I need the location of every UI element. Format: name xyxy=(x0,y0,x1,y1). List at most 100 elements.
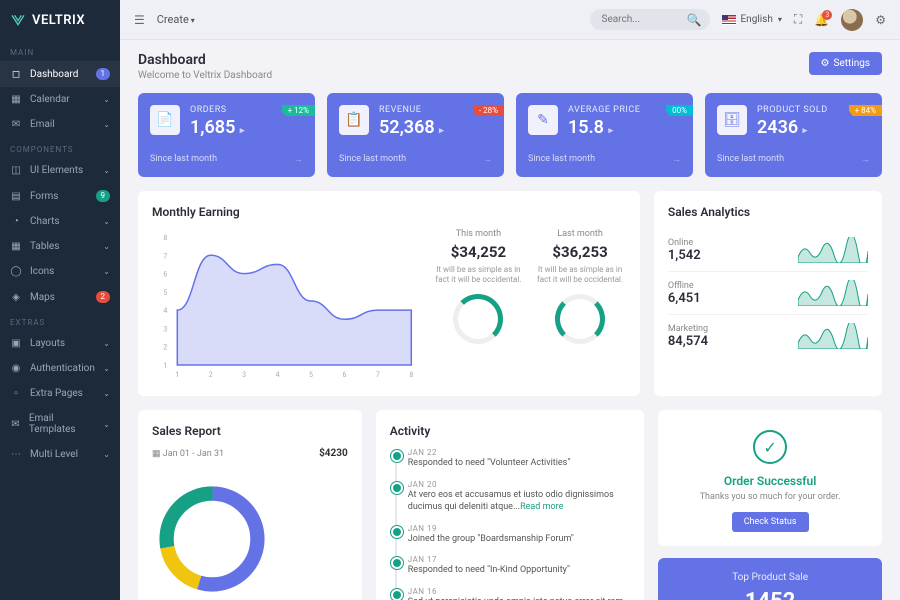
create-dropdown[interactable]: Create xyxy=(157,13,195,26)
fullscreen-icon[interactable]: ⛶ xyxy=(794,12,802,27)
sidebar-item-email[interactable]: ✉Email⌄ xyxy=(0,112,120,137)
timeline-date: JAN 16 xyxy=(408,587,631,596)
sidebar-item-forms[interactable]: ▤Forms9 xyxy=(0,183,120,209)
donut-chart xyxy=(152,479,272,599)
avatar[interactable] xyxy=(841,9,863,31)
nav-label: UI Elements xyxy=(30,165,83,176)
brand-logo[interactable]: VELTRIX xyxy=(0,0,120,40)
card-title: Monthly Earning xyxy=(152,205,626,219)
svg-text:1: 1 xyxy=(163,362,167,370)
stat-delta-tag: + 84% xyxy=(849,105,882,116)
svg-text:1: 1 xyxy=(175,371,179,379)
page-title: Dashboard xyxy=(138,52,272,68)
stat-card-orders: 📄 ORDERS1,685 ▸ + 12% Since last month→ xyxy=(138,93,315,177)
svg-text:2: 2 xyxy=(163,344,167,352)
nav-label: Dashboard xyxy=(30,69,78,80)
flag-icon xyxy=(722,15,736,25)
sidebar-item-extra-pages[interactable]: ▫Extra Pages⌄ xyxy=(0,381,120,406)
sidebar-item-layouts[interactable]: ▣Layouts⌄ xyxy=(0,331,120,356)
nav-label: Authentication xyxy=(30,363,95,374)
language-dropdown[interactable]: English ▾ xyxy=(722,14,782,25)
nav-section-extras: EXTRAS xyxy=(0,310,120,331)
timeline-item: JAN 17 Responded to need "In-Kind Opport… xyxy=(408,555,631,587)
sidebar-item-calendar[interactable]: ▦Calendar⌄ xyxy=(0,87,120,112)
stat-label: REVENUE xyxy=(379,105,444,115)
nav-label: Maps xyxy=(30,292,55,303)
arrow-right-icon[interactable]: → xyxy=(861,154,870,165)
sidebar-item-ui-elements[interactable]: ◫UI Elements⌄ xyxy=(0,158,120,183)
activity-card: Activity JAN 22 Responded to need "Volun… xyxy=(376,410,645,600)
stat-card-product-sold: 🗄 PRODUCT SOLD2436 ▸ + 84% Since last mo… xyxy=(705,93,882,177)
progress-ring-icon xyxy=(555,294,605,344)
analytics-value: 6,451 xyxy=(668,291,701,306)
sales-amount: $4230 xyxy=(319,448,348,459)
sidebar-item-icons[interactable]: ◯Icons⌄ xyxy=(0,259,120,284)
card-title: Activity xyxy=(390,424,631,438)
bell-icon[interactable]: 🔔3 xyxy=(814,13,829,27)
read-more-link[interactable]: Read more xyxy=(520,502,563,512)
sidebar-item-multi-level[interactable]: ⋯Multi Level⌄ xyxy=(0,442,120,467)
stat-label: ORDERS xyxy=(190,105,244,115)
monthly-earning-card: Monthly Earning 12345678 12345678 xyxy=(138,191,640,396)
stat-delta-tag: - 28% xyxy=(473,105,504,116)
analytics-row: Marketing84,574 xyxy=(668,315,868,357)
timeline-item: JAN 16 Sed ut perspiciatis unde omnis is… xyxy=(408,587,631,600)
✉-icon: ✉ xyxy=(10,419,21,430)
menu-toggle-icon[interactable]: ☰ xyxy=(134,13,145,27)
search-icon[interactable]: 🔍 xyxy=(687,13,702,27)
sidebar-item-charts[interactable]: ◔Charts⌄ xyxy=(0,209,120,234)
nav-label: Tables xyxy=(30,241,59,252)
svg-text:6: 6 xyxy=(342,371,346,379)
nav-label: Charts xyxy=(30,216,60,227)
this-month-value: $34,252 xyxy=(433,243,525,261)
nav-label: Calendar xyxy=(30,94,70,105)
this-month-blurb: It will be as simple as in fact it will … xyxy=(433,265,525,286)
sidebar-item-authentication[interactable]: ◉Authentication⌄ xyxy=(0,356,120,381)
nav-badge: 9 xyxy=(96,190,111,202)
brand-text: VELTRIX xyxy=(32,13,85,28)
nav-badge: 2 xyxy=(96,291,111,303)
arrow-right-icon[interactable]: → xyxy=(483,154,492,165)
timeline-text: Sed ut perspiciatis unde omnis iste natu… xyxy=(408,596,631,600)
order-successful-card: ✓ Order Successful Thanks you so much fo… xyxy=(658,410,882,546)
▫-icon: ▫ xyxy=(10,388,22,399)
svg-text:8: 8 xyxy=(163,234,167,242)
sparkline-icon xyxy=(798,323,868,349)
nav-label: Extra Pages xyxy=(30,388,83,399)
svg-text:7: 7 xyxy=(376,371,380,379)
arrow-right-icon[interactable]: → xyxy=(672,154,681,165)
analytics-value: 1,542 xyxy=(668,248,701,263)
language-label: English xyxy=(741,14,773,25)
sidebar-item-email-templates[interactable]: ✉Email Templates⌄ xyxy=(0,406,120,442)
notification-badge: 3 xyxy=(822,10,832,20)
stat-value: 52,368 ▸ xyxy=(379,117,444,138)
arrow-right-icon[interactable]: → xyxy=(294,154,303,165)
progress-ring-icon xyxy=(453,294,503,344)
sales-analytics-card: Sales Analytics Online1,542 Offline6,451… xyxy=(654,191,882,396)
✉-icon: ✉ xyxy=(10,119,22,130)
◻-icon: ◻ xyxy=(10,69,22,80)
chevron-down-icon: ⌄ xyxy=(103,242,110,251)
settings-button-label: Settings xyxy=(833,58,870,69)
stat-icon: 📋 xyxy=(339,105,369,135)
page-subtitle: Welcome to Veltrix Dashboard xyxy=(138,70,272,81)
sidebar-item-maps[interactable]: ◈Maps2 xyxy=(0,284,120,310)
settings-gear-icon[interactable]: ⚙ xyxy=(875,13,886,27)
stat-since: Since last month xyxy=(339,154,406,165)
svg-text:8: 8 xyxy=(409,371,413,379)
nav-badge: 1 xyxy=(96,68,111,80)
◫-icon: ◫ xyxy=(10,165,22,176)
timeline-item: JAN 20 At vero eos et accusamus et iusto… xyxy=(408,480,631,524)
chevron-down-icon: ⌄ xyxy=(103,450,110,459)
check-status-button[interactable]: Check Status xyxy=(732,512,809,532)
sidebar-item-tables[interactable]: ▦Tables⌄ xyxy=(0,234,120,259)
sidebar-item-dashboard[interactable]: ◻ Dashboard 1 xyxy=(0,61,120,87)
chevron-down-icon: ⌄ xyxy=(103,420,110,429)
settings-button[interactable]: ⚙ Settings xyxy=(809,52,882,75)
nav-label: Multi Level xyxy=(30,449,78,460)
▦-icon: ▦ xyxy=(10,94,22,105)
nav-label: Email xyxy=(30,119,55,130)
chevron-down-icon: ⌄ xyxy=(103,267,110,276)
stat-value: 2436 ▸ xyxy=(757,117,828,138)
gear-icon: ⚙ xyxy=(821,58,830,69)
